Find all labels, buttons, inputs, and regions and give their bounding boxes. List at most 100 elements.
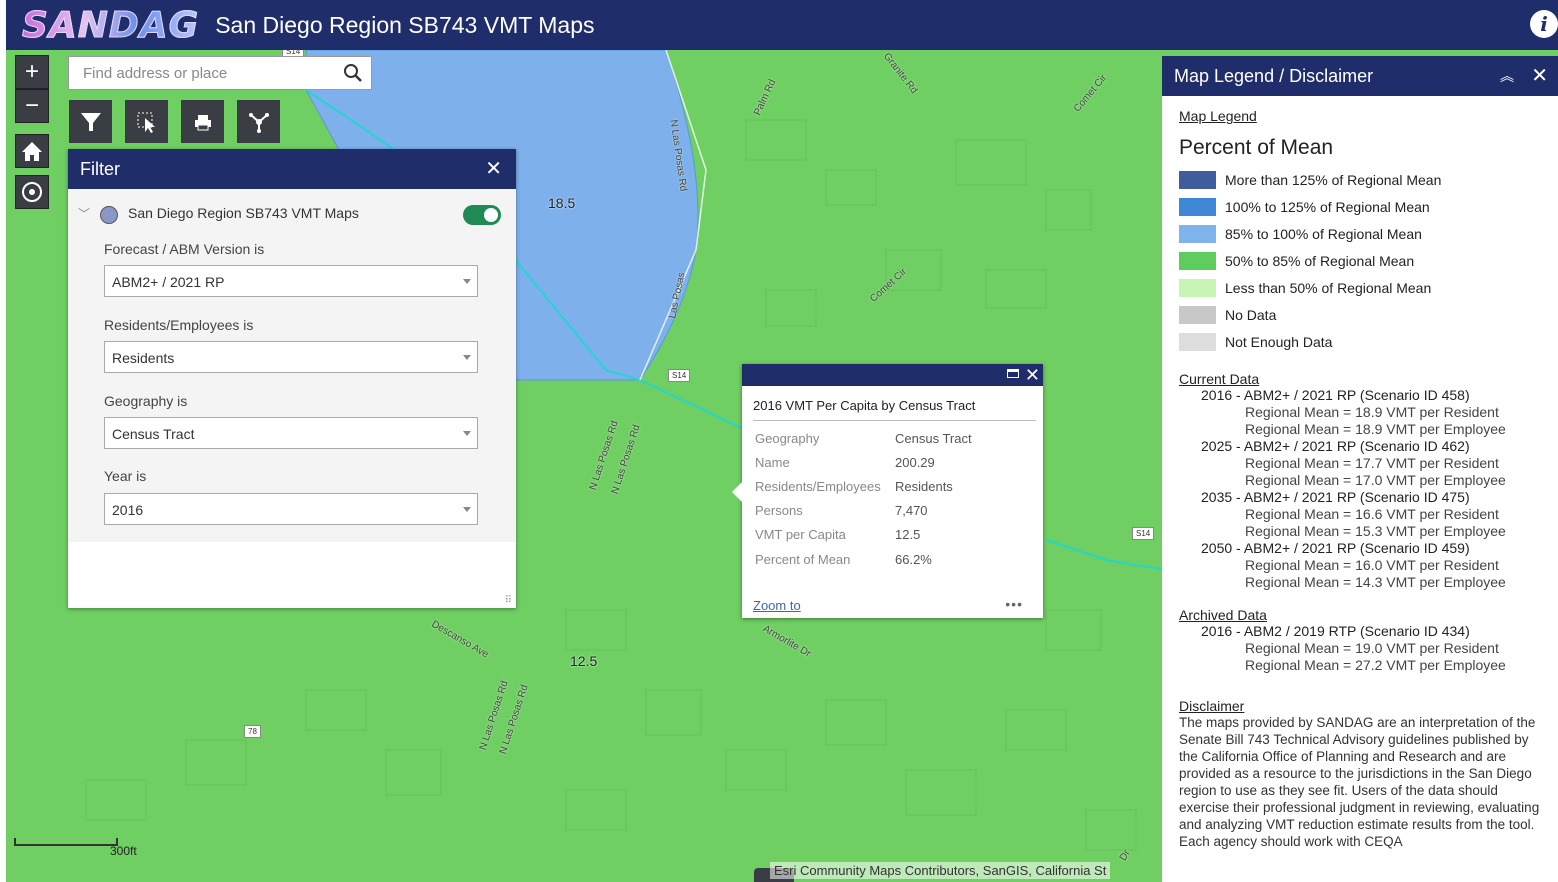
- resize-grip-icon[interactable]: ⠿: [505, 595, 512, 606]
- select-tool-button[interactable]: [125, 100, 168, 143]
- popup-field-value: Residents: [895, 479, 953, 494]
- caret-down-icon: [463, 279, 471, 284]
- route-shield: S14: [1132, 527, 1155, 540]
- print-tool-button[interactable]: [181, 100, 224, 143]
- current-data-heading: Current Data: [1179, 371, 1260, 387]
- home-button[interactable]: [15, 134, 49, 168]
- zoom-out-button[interactable]: −: [15, 89, 49, 123]
- legend-item-label: 85% to 100% of Regional Mean: [1225, 225, 1422, 242]
- popup-field-key: VMT per Capita: [755, 527, 846, 542]
- regional-mean-employee: Regional Mean = 18.9 VMT per Employee: [1245, 421, 1506, 437]
- scenario-title: 2016 - ABM2 / 2019 RTP (Scenario ID 434): [1201, 623, 1470, 639]
- sandag-logo: SANDAG: [21, 4, 200, 46]
- layer-name: San Diego Region SB743 VMT Maps: [128, 205, 359, 221]
- legend-item: No Data: [1179, 301, 1549, 328]
- close-icon[interactable]: ✕: [485, 149, 502, 189]
- collapse-icon[interactable]: ︽: [1500, 56, 1514, 96]
- archived-data-heading: Archived Data: [1179, 607, 1267, 623]
- geography-select[interactable]: Census Tract: [104, 417, 478, 449]
- caret-down-icon: [463, 355, 471, 360]
- popup-field-value: 12.5: [895, 527, 921, 542]
- legend-item-label: More than 125% of Regional Mean: [1225, 171, 1442, 188]
- select-value: ABM2+ / 2021 RP: [112, 274, 225, 290]
- popup-field-value: 200.29: [895, 455, 935, 470]
- print-icon: [194, 114, 211, 130]
- scale-label: 300ft: [110, 844, 137, 858]
- popup-field-key: Persons: [755, 503, 803, 518]
- filter-icon: [80, 112, 101, 131]
- legend-items: More than 125% of Regional Mean 100% to …: [1179, 166, 1549, 355]
- popup-field-key: Percent of Mean: [755, 552, 851, 567]
- divider: [753, 420, 1036, 421]
- scenario-title: 2035 - ABM2+ / 2021 RP (Scenario ID 475): [1201, 489, 1470, 505]
- legend-item: Not Enough Data: [1179, 328, 1549, 355]
- search-icon[interactable]: [343, 63, 363, 83]
- legend-item-label: Less than 50% of Regional Mean: [1225, 279, 1432, 296]
- popup-pointer: [732, 482, 742, 502]
- filter-label: Forecast / ABM Version is: [104, 241, 265, 257]
- legend-swatch: [1179, 305, 1216, 324]
- zoom-to-link[interactable]: Zoom to: [753, 598, 801, 613]
- legend-item: Less than 50% of Regional Mean: [1179, 274, 1549, 301]
- regional-mean-employee: Regional Mean = 15.3 VMT per Employee: [1245, 523, 1506, 539]
- legend-panel-header: Map Legend / Disclaimer ︽ ✕: [1162, 56, 1558, 96]
- legend-item: 50% to 85% of Regional Mean: [1179, 247, 1549, 274]
- app-title: San Diego Region SB743 VMT Maps: [215, 11, 595, 38]
- filter-label: Year is: [104, 468, 147, 484]
- disclaimer-text: The maps provided by SANDAG are an inter…: [1179, 715, 1540, 849]
- filter-panel-body: ﹀ San Diego Region SB743 VMT Maps Foreca…: [68, 189, 516, 542]
- legend-item-label: 100% to 125% of Regional Mean: [1225, 198, 1430, 215]
- caret-down-icon: [463, 507, 471, 512]
- zoom-in-button[interactable]: +: [15, 55, 49, 89]
- feature-popup: ✕ 2016 VMT Per Capita by Census Tract Ge…: [732, 364, 1043, 618]
- legend-item-label: 50% to 85% of Regional Mean: [1225, 252, 1415, 269]
- regional-mean-resident: Regional Mean = 17.7 VMT per Resident: [1245, 455, 1499, 471]
- app-header: SANDAG San Diego Region SB743 VMT Maps i: [6, 0, 1558, 50]
- search-input[interactable]: [81, 57, 335, 89]
- year-select[interactable]: 2016: [104, 493, 478, 525]
- info-icon[interactable]: i: [1530, 10, 1558, 38]
- close-icon[interactable]: ✕: [1025, 364, 1040, 386]
- legend-body: Map Legend Percent of Mean More than 125…: [1179, 108, 1549, 850]
- legend-swatch: [1179, 170, 1216, 189]
- layer-toggle[interactable]: [463, 205, 501, 225]
- more-options-icon[interactable]: •••: [1005, 596, 1023, 612]
- legend-panel-title: Map Legend / Disclaimer: [1174, 66, 1374, 86]
- popup-field-value: 7,470: [895, 503, 928, 518]
- residents-employees-select[interactable]: Residents: [104, 341, 478, 373]
- scenario-title: 2016 - ABM2+ / 2021 RP (Scenario ID 458): [1201, 387, 1470, 403]
- select-icon: [137, 112, 155, 133]
- select-value: 2016: [112, 502, 144, 518]
- legend-swatch: [1179, 197, 1216, 216]
- legend-item: 85% to 100% of Regional Mean: [1179, 220, 1549, 247]
- close-icon[interactable]: ✕: [1531, 56, 1548, 96]
- scale-bar: [14, 838, 118, 846]
- locate-button[interactable]: [15, 175, 49, 209]
- chevron-down-icon[interactable]: ﹀: [78, 205, 90, 222]
- select-value: Census Tract: [112, 426, 195, 442]
- maximize-icon[interactable]: [1007, 369, 1019, 378]
- popup-field-key: Name: [755, 455, 790, 470]
- popup-header: ✕: [742, 364, 1043, 386]
- filter-layer-row: ﹀ San Diego Region SB743 VMT Maps: [68, 189, 516, 237]
- map-value-label: 18.5: [548, 195, 576, 211]
- layer-status-icon: [100, 206, 118, 224]
- regional-mean-employee: Regional Mean = 14.3 VMT per Employee: [1245, 574, 1506, 590]
- legend-item-label: No Data: [1225, 306, 1277, 323]
- search-box[interactable]: [68, 56, 372, 90]
- legend-item: 100% to 125% of Regional Mean: [1179, 193, 1549, 220]
- legend-swatch: [1179, 278, 1216, 297]
- filter-label: Geography is: [104, 393, 188, 409]
- forecast-select[interactable]: ABM2+ / 2021 RP: [104, 265, 478, 297]
- route-shield: S14: [668, 369, 691, 382]
- caret-down-icon: [463, 431, 471, 436]
- map-attribution: Esri Community Maps Contributors, SanGIS…: [770, 862, 1111, 879]
- filter-tool-button[interactable]: [69, 100, 112, 143]
- legend-swatch: [1179, 224, 1216, 243]
- share-icon: [248, 112, 269, 133]
- regional-mean-resident: Regional Mean = 18.9 VMT per Resident: [1245, 404, 1499, 420]
- share-tool-button[interactable]: [237, 100, 280, 143]
- regional-mean-resident: Regional Mean = 16.0 VMT per Resident: [1245, 557, 1499, 573]
- regional-mean-resident: Regional Mean = 16.6 VMT per Resident: [1245, 506, 1499, 522]
- legend-item: More than 125% of Regional Mean: [1179, 166, 1549, 193]
